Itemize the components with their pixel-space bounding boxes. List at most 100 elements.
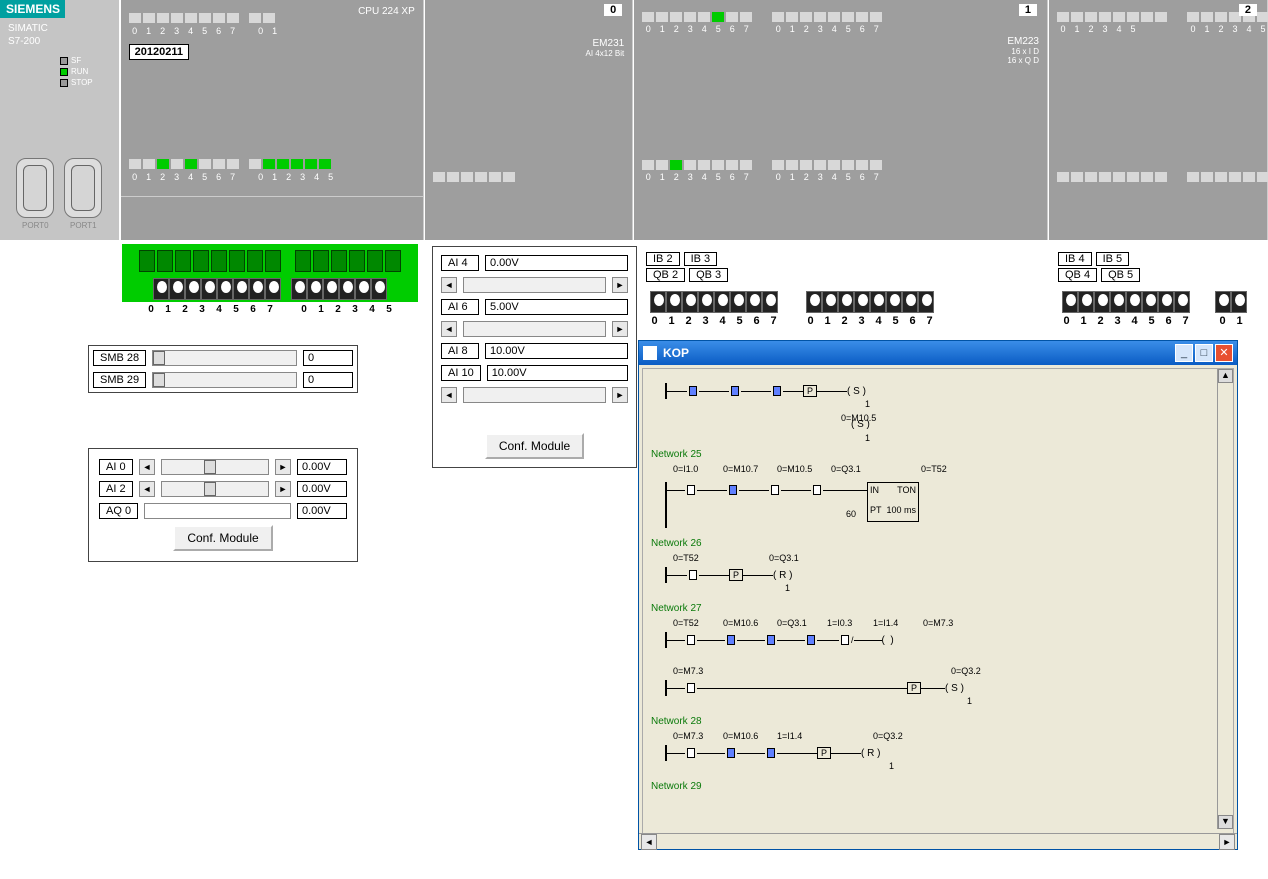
conf-module-cpu-btn[interactable]: Conf. Module	[173, 525, 272, 551]
ai-panel-cpu: AI 0 ◄ ► 0.00V AI 2 ◄ ► 0.00V AQ 0 0.00V…	[88, 448, 358, 562]
close-btn[interactable]: ✕	[1215, 344, 1233, 362]
io-bytes-mod1: IB 2 IB 3 QB 2 QB 3 01234567 01234567	[646, 252, 938, 327]
run-led	[60, 68, 68, 76]
ai8-label: AI 8	[441, 343, 479, 359]
ai6-right-btn[interactable]: ►	[612, 321, 628, 337]
ai2-label: AI 2	[99, 481, 133, 497]
cpu-terminal-strip	[122, 244, 418, 302]
slot-1-sub: 16 x I D 16 x Q D	[1007, 47, 1039, 65]
qb4-label: QB 4	[1058, 268, 1097, 282]
ai-panel-slot0: AI 4 0.00V ◄ ► AI 6 5.00V ◄ ► AI 8 10.00…	[432, 246, 637, 468]
ai6-slider[interactable]	[463, 321, 606, 337]
smb29-val: 0	[303, 372, 353, 388]
cpu-info-panel: SIEMENS SIMATIC S7-200 SF RUN STOP PORT0…	[0, 0, 120, 240]
ib4-label: IB 4	[1058, 252, 1092, 266]
kop-body[interactable]: P ( S ) 1 0=M10.5 ( S ) 1 Network 25 0=I…	[642, 368, 1234, 846]
network-27-label: Network 27	[651, 603, 1225, 614]
network-28-label: Network 28	[651, 716, 1225, 727]
slot-0: 0 EM231 AI 4x12 Bit	[424, 0, 633, 240]
maximize-btn[interactable]: □	[1195, 344, 1213, 362]
ai2-right-btn[interactable]: ►	[275, 481, 291, 497]
slot-0-label: EM231	[433, 38, 624, 49]
slot-2: 2 012345 012345	[1048, 0, 1268, 240]
slot-1-num: 1	[1019, 4, 1037, 16]
ai10-right-btn[interactable]: ►	[612, 387, 628, 403]
ai0-left-btn[interactable]: ◄	[139, 459, 155, 475]
smb28-val: 0	[303, 350, 353, 366]
network-25-label: Network 25	[651, 449, 1225, 460]
ai0-right-btn[interactable]: ►	[275, 459, 291, 475]
ai2-slider[interactable]	[161, 481, 269, 497]
ai6-val: 5.00V	[485, 299, 628, 315]
ai0-val: 0.00V	[297, 459, 347, 475]
sf-label: SF	[71, 56, 81, 65]
minimize-btn[interactable]: _	[1175, 344, 1193, 362]
ai2-val: 0.00V	[297, 481, 347, 497]
network-26-label: Network 26	[651, 538, 1225, 549]
product-name: SIMATIC S7-200	[0, 18, 119, 52]
ai0-slider[interactable]	[161, 459, 269, 475]
vscroll-down-btn[interactable]: ▼	[1218, 815, 1233, 829]
hscroll-left-btn[interactable]: ◄	[641, 834, 657, 850]
comm-ports: PORT0 PORT1	[0, 148, 119, 240]
ai4-left-btn[interactable]: ◄	[441, 277, 457, 293]
smb29-slider[interactable]	[152, 372, 297, 388]
slot-0-sub: AI 4x12 Bit	[433, 49, 624, 58]
aq0-bar	[144, 503, 291, 519]
ai4-label: AI 4	[441, 255, 479, 271]
kop-window[interactable]: KOP _ □ ✕ P ( S ) 1 0=M10.5 ( S ) 1 Netw…	[638, 340, 1238, 850]
conf-module-slot0-btn[interactable]: Conf. Module	[485, 433, 584, 459]
ai10-label: AI 10	[441, 365, 481, 381]
plc-rack: SIEMENS SIMATIC S7-200 SF RUN STOP PORT0…	[0, 0, 1268, 240]
status-led-block: SF RUN STOP	[0, 52, 119, 93]
ai2-left-btn[interactable]: ◄	[139, 481, 155, 497]
ai4-val: 0.00V	[485, 255, 628, 271]
aq0-label: AQ 0	[99, 503, 138, 519]
smb-panel: SMB 28 0 SMB 29 0	[88, 345, 358, 393]
hscroll-right-btn[interactable]: ►	[1219, 834, 1235, 850]
vscroll-up-btn[interactable]: ▲	[1218, 369, 1233, 383]
qb3-label: QB 3	[689, 268, 728, 282]
ib3-label: IB 3	[684, 252, 718, 266]
ib5-label: IB 5	[1096, 252, 1130, 266]
slot-1-label: EM223	[1007, 36, 1039, 47]
cpu-display: 20120211	[129, 44, 189, 60]
ai10-val: 10.00V	[487, 365, 628, 381]
stop-led	[60, 79, 68, 87]
cpu-label: CPU 224 XP	[358, 6, 415, 17]
smb28-slider[interactable]	[152, 350, 297, 366]
ai6-left-btn[interactable]: ◄	[441, 321, 457, 337]
ai4-right-btn[interactable]: ►	[612, 277, 628, 293]
stop-label: STOP	[71, 78, 93, 87]
kop-vscroll[interactable]: ▲ ▼	[1217, 369, 1233, 829]
io-bytes-mod2: IB 4 IB 5 QB 4 QB 5 01234567 01	[1058, 252, 1248, 327]
port1-label: PORT1	[64, 221, 102, 230]
smb29-label: SMB 29	[93, 372, 146, 388]
kop-title-text: KOP	[663, 346, 1173, 360]
ai10-left-btn[interactable]: ◄	[441, 387, 457, 403]
cpu-slot: 01234567 01 20120211 CPU 224 XP 01234567…	[120, 0, 424, 240]
slot-0-num: 0	[604, 4, 622, 16]
network-29-label: Network 29	[651, 781, 1225, 792]
run-label: RUN	[71, 67, 88, 76]
ai10-slider[interactable]	[463, 387, 606, 403]
ai0-label: AI 0	[99, 459, 133, 475]
kop-titlebar[interactable]: KOP _ □ ✕	[639, 341, 1237, 365]
slot-2-num: 2	[1239, 4, 1257, 16]
smb28-label: SMB 28	[93, 350, 146, 366]
port0-connector[interactable]	[16, 158, 54, 218]
port1-connector[interactable]	[64, 158, 102, 218]
ai6-label: AI 6	[441, 299, 479, 315]
aq0-val: 0.00V	[297, 503, 347, 519]
brand-logo: SIEMENS	[0, 0, 65, 18]
sf-led	[60, 57, 68, 65]
kop-hscroll[interactable]: ◄ ►	[639, 833, 1237, 849]
qb5-label: QB 5	[1101, 268, 1140, 282]
ib2-label: IB 2	[646, 252, 680, 266]
slot-1: 1 01234567 01234567 EM223 16 x I D 16 x …	[633, 0, 1048, 240]
ai4-slider[interactable]	[463, 277, 606, 293]
kop-icon	[643, 346, 657, 360]
port0-label: PORT0	[16, 221, 54, 230]
ai8-val: 10.00V	[485, 343, 628, 359]
ton-block: INTON PT100 ms 60	[867, 482, 919, 522]
